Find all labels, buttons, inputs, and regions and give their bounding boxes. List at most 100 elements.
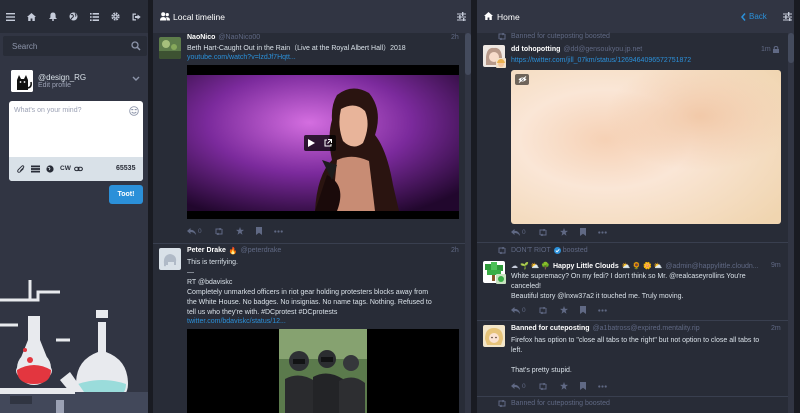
post-account[interactable]: @a1batross@expired.mentality.rip xyxy=(593,325,700,332)
local-timeline-feed[interactable]: NaoNico @NaoNico00 2h Beth Hart-Caught O… xyxy=(153,33,471,413)
scrollbar[interactable] xyxy=(465,33,471,413)
character-counter: 65535 xyxy=(116,165,136,172)
more-button[interactable] xyxy=(273,229,283,233)
post-actions: 0 xyxy=(187,227,283,235)
post-account[interactable]: @dd@gensoukyou.jp.net xyxy=(563,46,642,53)
retoot-icon xyxy=(498,33,506,40)
poll-icon xyxy=(31,165,40,173)
scrollbar-thumb[interactable] xyxy=(465,33,471,75)
post-display-name[interactable]: Banned for cuteposting xyxy=(511,325,590,332)
post-link[interactable]: twitter.com/bdaviskc/status/12... xyxy=(187,318,286,325)
boosted-by-text[interactable]: Banned for cuteposting boosted xyxy=(511,33,610,40)
boost-button[interactable] xyxy=(538,228,548,236)
search-input[interactable] xyxy=(3,36,147,56)
video-embed[interactable] xyxy=(187,65,459,219)
post-time[interactable]: 9m xyxy=(771,262,781,269)
reply-button[interactable]: 0 xyxy=(511,306,526,314)
column-title[interactable]: Local timeline xyxy=(173,0,225,33)
scrollbar[interactable] xyxy=(788,33,794,413)
favourite-button[interactable] xyxy=(559,228,568,236)
sensitive-media[interactable] xyxy=(511,70,781,224)
play-icon[interactable] xyxy=(308,139,316,147)
notifications-nav-button[interactable] xyxy=(42,0,63,33)
avatar[interactable] xyxy=(483,325,505,347)
home-feed[interactable]: Banned for cuteposting boosted dd tohopo… xyxy=(477,33,794,413)
retoot-icon xyxy=(498,400,506,407)
booster-avatar[interactable] xyxy=(496,274,506,284)
media-attachment[interactable] xyxy=(187,329,459,413)
attach-media-button[interactable] xyxy=(17,165,25,173)
post-display-name[interactable]: NaoNico xyxy=(187,34,215,41)
divider xyxy=(477,320,788,321)
post-time[interactable]: 2h xyxy=(451,34,459,41)
boost-button[interactable] xyxy=(538,382,548,390)
preferences-nav-button[interactable] xyxy=(105,0,126,33)
boosted-by-name[interactable]: DON'T RIOT xyxy=(511,247,551,254)
post-link[interactable]: https://twitter.com/jill_07km/status/126… xyxy=(511,57,691,64)
post-text-line: Firefox has option to "close all tabs to… xyxy=(511,337,760,344)
home-nav-button[interactable] xyxy=(21,0,42,33)
favourite-button[interactable] xyxy=(559,306,568,314)
external-link-icon[interactable] xyxy=(324,139,332,147)
bookmark-button[interactable] xyxy=(579,382,586,390)
profile-handle: @design_RG xyxy=(38,73,87,82)
lists-nav-button[interactable] xyxy=(84,0,105,33)
scrollbar-thumb[interactable] xyxy=(788,33,794,63)
edit-profile-link[interactable]: Edit profile xyxy=(38,82,71,89)
column-settings-button[interactable] xyxy=(783,12,792,21)
favourite-button[interactable] xyxy=(559,382,568,390)
post-account[interactable]: @peterdrake xyxy=(241,247,282,255)
boost-button[interactable] xyxy=(214,227,224,235)
post-display-name[interactable]: Happy Little Clouds xyxy=(553,263,619,270)
profile-menu-button[interactable] xyxy=(132,76,140,82)
retoot-icon xyxy=(498,247,506,254)
emoji-picker-button[interactable] xyxy=(129,106,139,116)
more-button[interactable] xyxy=(597,308,607,312)
post-account[interactable]: @admin@happylittle.cloudn... xyxy=(665,263,758,270)
booster-avatar-icon xyxy=(496,274,506,284)
bookmark-button[interactable] xyxy=(579,228,586,236)
post-time[interactable]: 2h xyxy=(451,247,459,254)
star-icon xyxy=(235,227,244,235)
menu-button[interactable] xyxy=(0,0,21,33)
link-button[interactable] xyxy=(74,165,83,173)
anime-girl-avatar-icon xyxy=(483,325,505,347)
column-title[interactable]: Home xyxy=(497,0,520,33)
boost-button[interactable] xyxy=(538,306,548,314)
post-display-name[interactable]: dd tohopotting xyxy=(511,46,560,53)
federated-nav-button[interactable] xyxy=(63,0,84,33)
avatar[interactable] xyxy=(159,248,181,270)
back-button[interactable]: Back xyxy=(741,0,767,33)
reply-button[interactable]: 0 xyxy=(511,228,526,236)
logout-nav-button[interactable] xyxy=(126,0,147,33)
poll-button[interactable] xyxy=(31,165,40,173)
visibility-button[interactable] xyxy=(46,165,54,173)
post-account[interactable]: @NaoNico00 xyxy=(218,34,260,41)
back-label[interactable]: Back xyxy=(749,12,767,21)
bookmark-button[interactable] xyxy=(579,306,586,314)
fire-emoji-icon: 🔥 xyxy=(228,248,238,255)
more-button[interactable] xyxy=(597,384,607,388)
boosted-by-text[interactable]: Banned for cuteposting boosted xyxy=(511,400,610,407)
boost-indicator: Banned for cuteposting boosted xyxy=(497,33,610,40)
content-warning-button[interactable]: CW xyxy=(60,165,71,172)
avatar[interactable] xyxy=(11,70,33,92)
post-display-name[interactable]: Peter Drake xyxy=(187,247,226,255)
search-icon[interactable] xyxy=(131,41,141,51)
video-controls[interactable] xyxy=(304,135,336,151)
more-button[interactable] xyxy=(597,230,607,234)
post-time[interactable]: 1m xyxy=(761,46,771,53)
bookmark-button[interactable] xyxy=(255,227,262,235)
reply-button[interactable]: 0 xyxy=(511,382,526,390)
booster-avatar[interactable] xyxy=(496,58,506,68)
favourite-button[interactable] xyxy=(235,227,244,235)
toggle-visibility-button[interactable] xyxy=(515,74,529,85)
reply-button[interactable]: 0 xyxy=(187,227,202,235)
post-time[interactable]: 2m xyxy=(771,325,781,332)
avatar[interactable] xyxy=(159,37,181,59)
post-link[interactable]: youtube.com/watch?v=lzdJf7Hqtt... xyxy=(187,54,296,61)
column-settings-button[interactable] xyxy=(457,12,466,21)
toot-button[interactable]: Toot! xyxy=(109,185,143,204)
verified-badge-icon xyxy=(553,247,561,254)
compose-textarea[interactable] xyxy=(9,101,143,157)
